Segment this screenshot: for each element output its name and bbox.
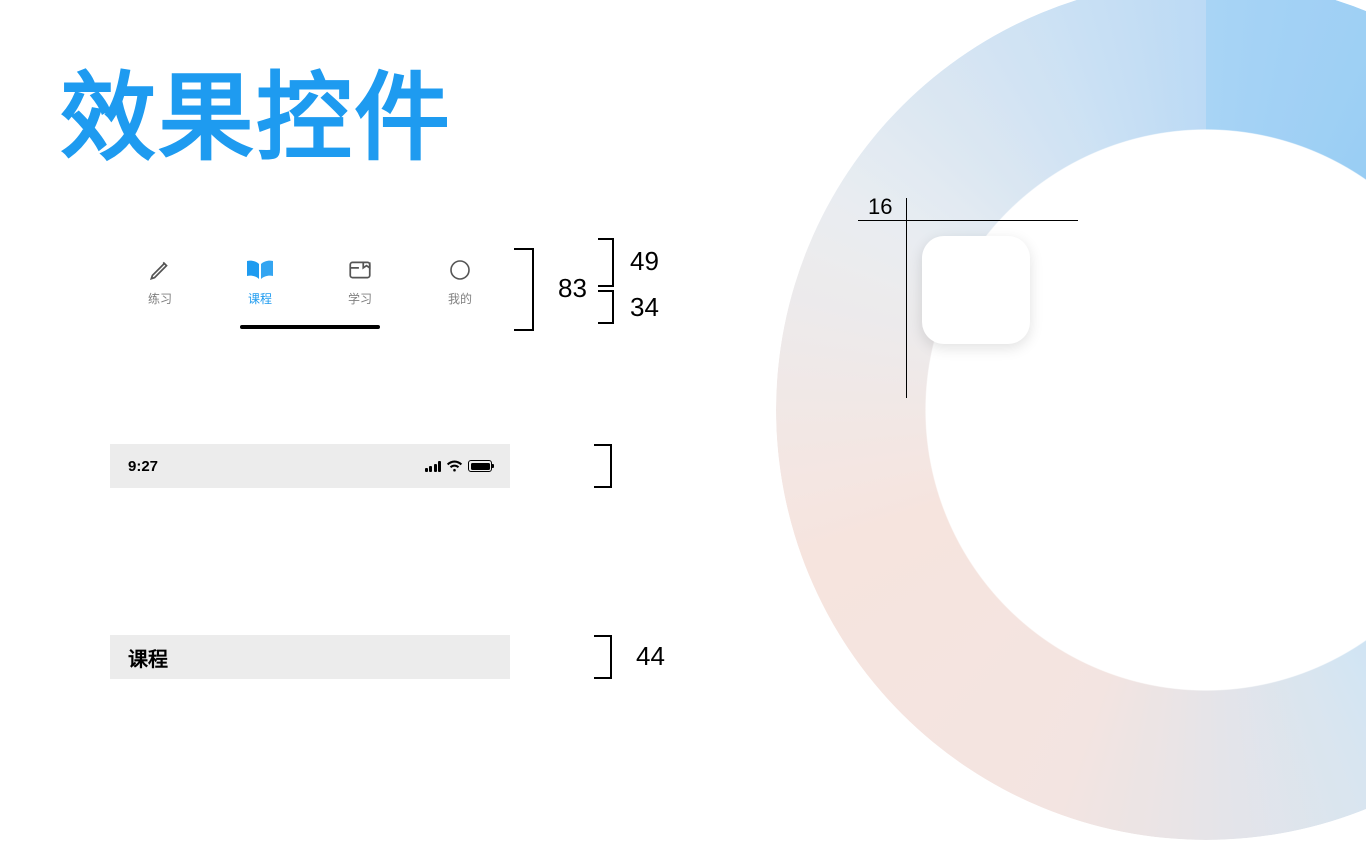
dimension-bracket [514,248,534,331]
profile-icon [448,254,472,286]
dimension-value: 44 [636,641,665,672]
navbar-title: 课程 [128,643,168,672]
slide-title: 效果控件 [60,40,452,179]
learn-icon [347,254,373,286]
dimension-value: 83 [558,273,587,304]
tab-practice[interactable]: 练习 [110,248,210,331]
tab-course[interactable]: 课程 [210,248,310,331]
dimension-value: 16 [868,194,892,220]
rounded-tile [922,236,1030,344]
navbar-spec: 课程 [110,635,510,679]
tab-label: 我的 [448,290,472,307]
book-icon [245,254,275,286]
decorative-ring [776,0,1366,840]
dimension-bracket [598,290,614,324]
dimension-value: 34 [630,292,659,323]
tab-label: 学习 [348,290,372,307]
guide-line [906,198,907,398]
guide-line [858,220,1078,221]
tab-profile[interactable]: 我的 [410,248,510,331]
dimension-bracket [594,444,612,488]
tabbar-spec: 练习 课程 学习 我的 [110,248,510,331]
tab-learn[interactable]: 学习 [310,248,410,331]
pencil-icon [147,254,173,286]
dimension-value: 49 [630,246,659,277]
home-indicator [240,325,380,329]
dimension-bracket [598,238,614,287]
wifi-icon [446,460,463,472]
statusbar-time: 9:27 [128,458,158,475]
battery-icon [468,460,492,472]
tab-label: 练习 [148,290,172,307]
tab-label: 课程 [248,290,272,307]
signal-icon [425,461,442,472]
statusbar-spec: 9:27 [110,444,510,488]
dimension-bracket [594,635,612,679]
